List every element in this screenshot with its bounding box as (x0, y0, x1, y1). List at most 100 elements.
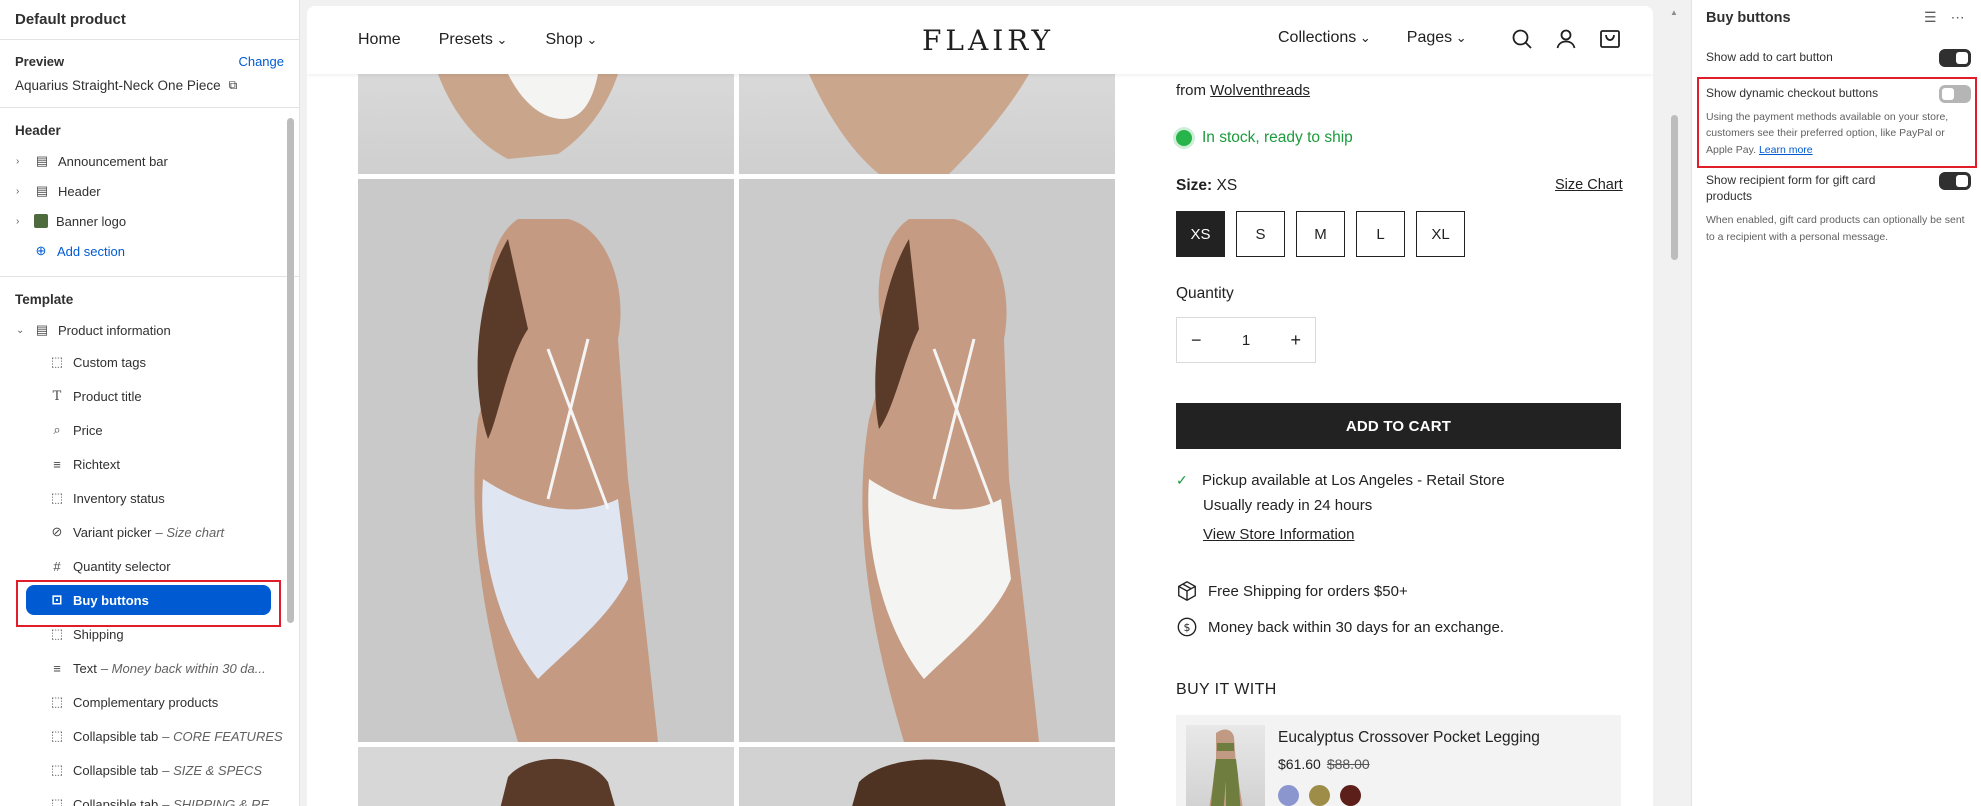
complementary-product-card[interactable]: Eucalyptus Crossover Pocket Legging $61.… (1176, 715, 1621, 806)
product-image[interactable] (358, 747, 734, 806)
store-info-link[interactable]: View Store Information (1203, 526, 1505, 543)
product-image[interactable] (358, 179, 734, 742)
text-t-icon: T (52, 388, 62, 404)
minus-icon[interactable]: − (1191, 330, 1202, 351)
image-icon (34, 214, 48, 228)
product-image[interactable] (739, 179, 1115, 742)
pickup-location: Pickup available at Los Angeles - Retail… (1202, 472, 1505, 489)
block-collapsible-tab[interactable]: ⬚ Collapsible tab – SHIPPING & RE... (0, 787, 299, 806)
template-group-title: Template (15, 292, 74, 307)
block-richtext[interactable]: ≡ Richtext (0, 447, 299, 481)
nav-shop-menu[interactable]: Shop (545, 31, 597, 49)
section-banner-logo[interactable]: › Banner logo (0, 206, 299, 236)
block-collapsible-tab[interactable]: ⬚ Collapsible tab – CORE FEATURES (0, 719, 299, 753)
theme-editor: Default product Preview Change Aquarius … (0, 0, 1981, 806)
color-swatch[interactable] (1340, 785, 1361, 806)
setting-label: Show recipient form for gift card produc… (1706, 173, 1876, 204)
block-sublabel: – SHIPPING & RE... (162, 796, 281, 806)
highlight-box-buy-buttons (16, 580, 281, 627)
nav-collections-menu[interactable]: Collections (1278, 29, 1371, 47)
section-label: Announcement bar (58, 153, 168, 169)
product-image[interactable] (739, 747, 1115, 806)
chevron-right-icon[interactable]: › (16, 156, 26, 167)
search-icon[interactable] (1510, 27, 1534, 51)
block-label: Product title (73, 388, 142, 404)
dashed-square-icon: ⬚ (50, 490, 64, 505)
highlight-box-dynamic-checkout (1697, 77, 1977, 168)
block-product-title[interactable]: T Product title (0, 379, 299, 413)
nav-presets-menu[interactable]: Presets (439, 31, 508, 49)
change-preview-link[interactable]: Change (238, 54, 284, 69)
store-logo[interactable]: FLAIRY (922, 24, 1054, 57)
block-complementary-products[interactable]: ⬚ Complementary products (0, 685, 299, 719)
add-to-cart-button[interactable]: ADD TO CART (1176, 403, 1621, 449)
size-option[interactable]: S (1236, 211, 1285, 257)
shipping-perk: Free Shipping for orders $50+ (1176, 580, 1408, 602)
sidebar-scrollbar[interactable] (287, 118, 294, 623)
block-label: Richtext (73, 456, 120, 472)
block-label: Quantity selector (73, 558, 171, 574)
price-tag-icon: ⌕ (53, 422, 61, 437)
section-header[interactable]: › ▤ Header (0, 176, 299, 206)
block-sublabel: – CORE FEATURES (162, 728, 283, 744)
section-label: Banner logo (56, 213, 127, 229)
vendor-link[interactable]: Wolventhreads (1210, 82, 1310, 99)
size-option[interactable]: M (1296, 211, 1345, 257)
more-options-icon[interactable]: ⋯ (1951, 9, 1965, 26)
chevron-right-icon[interactable]: › (16, 216, 26, 227)
color-swatch[interactable] (1309, 785, 1330, 806)
dashed-square-icon: ⬚ (50, 694, 64, 709)
nav-home-link[interactable]: Home (358, 31, 401, 49)
cart-icon[interactable] (1598, 27, 1622, 51)
perk-text: Free Shipping for orders $50+ (1208, 582, 1408, 600)
chevron-down-icon[interactable]: ⌄ (16, 325, 26, 336)
block-price[interactable]: ⌕ Price (0, 413, 299, 447)
plus-icon[interactable]: + (1290, 330, 1301, 351)
block-custom-tags[interactable]: ⬚ Custom tags (0, 345, 299, 379)
product-image[interactable] (358, 74, 734, 174)
complementary-product-title[interactable]: Eucalyptus Crossover Pocket Legging (1278, 729, 1540, 747)
block-sublabel: – Money back within 30 da... (100, 660, 266, 676)
size-chart-link[interactable]: Size Chart (1555, 177, 1623, 193)
database-icon[interactable]: ☰ (1924, 9, 1937, 26)
color-swatch[interactable] (1278, 785, 1299, 806)
size-option[interactable]: XS (1176, 211, 1225, 257)
preview-product[interactable]: Aquarius Straight-Neck One Piece ⧉ (15, 78, 284, 93)
external-link-icon[interactable]: ⧉ (229, 78, 238, 93)
size-option[interactable]: L (1356, 211, 1405, 257)
block-collapsible-tab[interactable]: ⬚ Collapsible tab – SIZE & SPECS (0, 753, 299, 787)
block-sublabel: – Size chart (155, 524, 225, 540)
size-option[interactable]: XL (1416, 211, 1465, 257)
money-back-perk: $ Money back within 30 days for an excha… (1176, 616, 1504, 638)
pickup-eta: Usually ready in 24 hours (1203, 497, 1373, 514)
product-image[interactable] (739, 74, 1115, 174)
complementary-product-price: $61.60 $88.00 (1278, 756, 1370, 772)
gift-card-recipient-toggle[interactable] (1939, 172, 1971, 190)
block-label: Complementary products (73, 694, 219, 710)
dashed-square-icon: ⬚ (50, 626, 64, 641)
block-variant-picker[interactable]: ⊘ Variant picker – Size chart (0, 515, 299, 549)
header-group-title: Header (15, 123, 61, 138)
section-product-information[interactable]: ⌄ ▤ Product information (0, 315, 299, 345)
inventory-status: In stock, ready to ship (1176, 129, 1353, 147)
size-options: XS S M L XL (1176, 211, 1465, 257)
size-label-value: XS (1216, 177, 1238, 194)
scroll-up-arrow-icon[interactable]: ▲ (1670, 8, 1678, 17)
complementary-product-image[interactable] (1186, 725, 1265, 806)
store-navbar: Home Presets Shop FLAIRY Collections Pag… (307, 6, 1653, 74)
quantity-value[interactable]: 1 (1242, 332, 1250, 349)
section-layout-icon: ▤ (35, 153, 49, 168)
chevron-right-icon[interactable]: › (16, 186, 26, 197)
section-announcement-bar[interactable]: › ▤ Announcement bar (0, 146, 299, 176)
block-text[interactable]: ≡ Text – Money back within 30 da... (0, 651, 299, 685)
add-section-button[interactable]: ⊕ Add section (0, 236, 299, 266)
text-lines-icon: ≡ (53, 660, 61, 676)
setting-add-to-cart: Show add to cart button (1706, 49, 1971, 67)
account-icon[interactable] (1554, 27, 1578, 51)
nav-pages-menu[interactable]: Pages (1407, 29, 1467, 47)
block-label: Text (73, 660, 97, 676)
preview-scrollbar[interactable] (1671, 115, 1678, 260)
block-inventory-status[interactable]: ⬚ Inventory status (0, 481, 299, 515)
block-quantity-selector[interactable]: # Quantity selector (0, 549, 299, 583)
add-to-cart-toggle[interactable] (1939, 49, 1971, 67)
